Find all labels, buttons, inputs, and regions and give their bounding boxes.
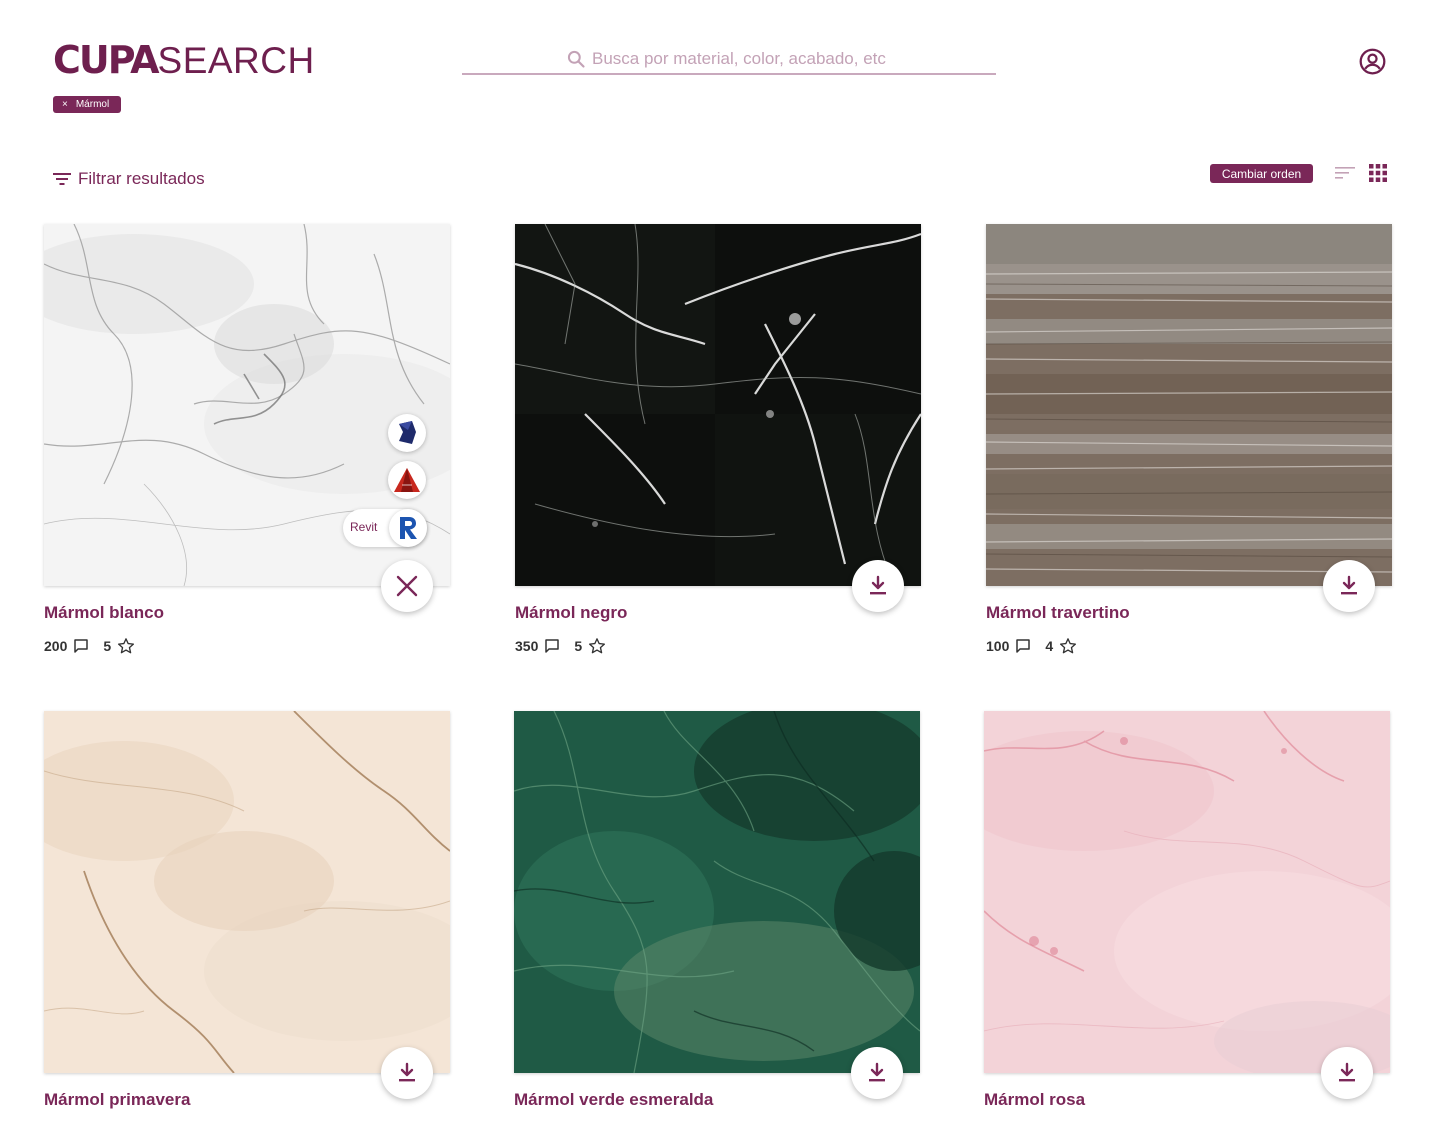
material-stats: 200 5	[44, 637, 450, 655]
comment-count: 350	[515, 638, 539, 654]
chip-label: Mármol	[75, 99, 110, 110]
comment-icon	[545, 639, 560, 653]
material-image[interactable]	[515, 224, 921, 586]
logo-secondary: SEARCH	[157, 40, 315, 81]
filter-chip-marmol: × Mármol	[53, 96, 122, 113]
material-card[interactable]: Mármol primavera	[44, 711, 450, 1110]
green-marble-texture	[514, 711, 920, 1073]
comment-icon	[1016, 639, 1031, 653]
material-title[interactable]: Mármol rosa	[984, 1090, 1390, 1110]
travertine-texture	[986, 224, 1392, 586]
material-stats: 100 4	[986, 637, 1392, 655]
search-input[interactable]	[592, 48, 892, 69]
beige-marble-texture	[44, 711, 450, 1073]
material-image[interactable]	[986, 224, 1392, 586]
rating-value: 4	[1045, 638, 1054, 654]
material-image[interactable]	[984, 711, 1390, 1073]
material-card[interactable]: Mármol verde esmeralda	[514, 711, 920, 1110]
download-button[interactable]	[1321, 1047, 1373, 1099]
account-icon[interactable]	[1359, 48, 1386, 75]
grid-view-icon[interactable]	[1369, 164, 1387, 182]
logo-primary: CUPA	[53, 38, 160, 82]
revit-download-button[interactable]: Revit	[343, 509, 427, 547]
download-icon	[870, 575, 886, 595]
filter-results-button[interactable]: Filtrar resultados	[53, 169, 205, 189]
filter-label: Filtrar resultados	[78, 169, 205, 188]
pink-marble-texture	[984, 711, 1390, 1073]
change-order-button[interactable]: Cambiar orden	[1210, 164, 1313, 183]
list-view-icon[interactable]	[1335, 165, 1355, 181]
material-title[interactable]: Mármol travertino	[986, 603, 1392, 623]
comment-count: 100	[986, 638, 1010, 654]
material-image[interactable]	[514, 711, 920, 1073]
material-stats: 350 5	[515, 637, 921, 655]
material-title[interactable]: Mármol verde esmeralda	[514, 1090, 920, 1110]
comment-icon	[74, 639, 89, 653]
revit-label: Revit	[350, 520, 378, 534]
autocad-download-button[interactable]	[388, 461, 426, 499]
download-icon	[1339, 1062, 1355, 1082]
close-icon	[396, 575, 418, 597]
close-download-menu-button[interactable]	[381, 560, 433, 612]
sketchup-download-button[interactable]	[388, 414, 426, 452]
material-title[interactable]: Mármol negro	[515, 603, 921, 623]
star-icon	[1060, 638, 1077, 654]
download-button[interactable]	[381, 1047, 433, 1099]
download-button[interactable]	[852, 560, 904, 612]
app-logo[interactable]: CUPA SEARCH	[53, 38, 315, 82]
material-title[interactable]: Mármol primavera	[44, 1090, 450, 1110]
comment-count: 200	[44, 638, 68, 654]
download-icon	[399, 1062, 415, 1082]
black-marble-texture	[515, 224, 921, 586]
rating-value: 5	[103, 638, 112, 654]
rating-value: 5	[574, 638, 583, 654]
star-icon	[589, 638, 606, 654]
download-button[interactable]	[851, 1047, 903, 1099]
sketchup-icon	[399, 421, 416, 444]
star-icon	[118, 638, 135, 654]
download-icon	[869, 1062, 885, 1082]
download-button[interactable]	[1323, 560, 1375, 612]
material-card[interactable]: Mármol rosa	[984, 711, 1390, 1110]
chip-remove-icon[interactable]: ×	[62, 99, 68, 110]
material-image[interactable]	[44, 711, 450, 1073]
search-bar	[462, 44, 996, 75]
material-title[interactable]: Mármol blanco	[44, 603, 450, 623]
revit-icon-circle	[389, 509, 427, 547]
search-icon	[567, 50, 585, 68]
filter-icon	[53, 173, 71, 185]
revit-icon	[400, 517, 417, 539]
autocad-icon	[394, 468, 420, 492]
download-icon	[1341, 575, 1357, 595]
